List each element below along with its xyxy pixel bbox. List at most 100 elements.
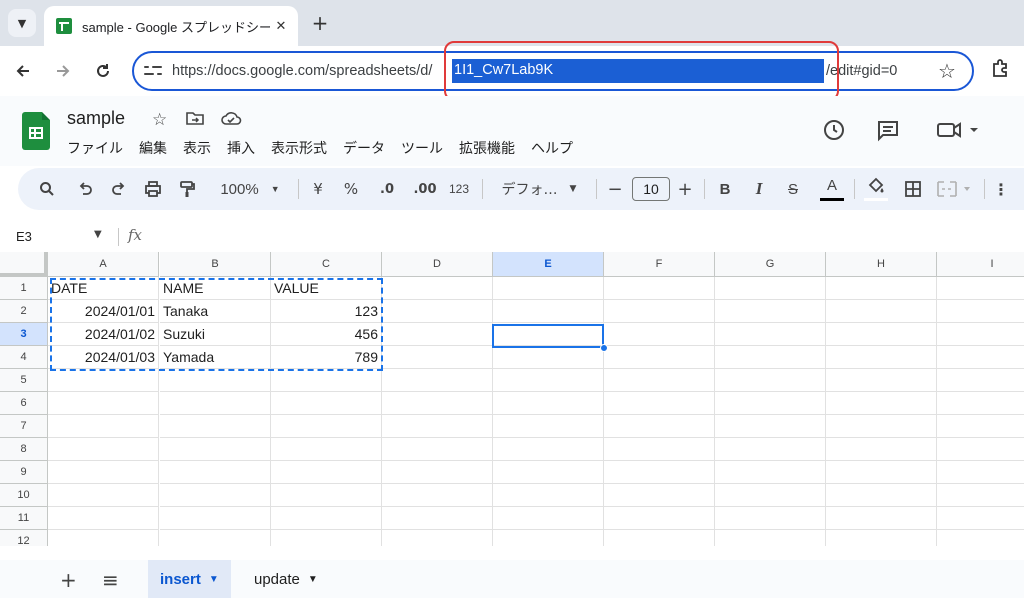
column-header-e[interactable]: E — [493, 252, 604, 277]
percent-format-button[interactable]: % — [340, 168, 362, 210]
column-header-c[interactable]: C — [271, 252, 382, 277]
cell-f11[interactable] — [604, 507, 715, 530]
cell-a4[interactable]: 2024/01/03 — [48, 346, 159, 369]
increase-font-size-button[interactable]: + — [676, 168, 694, 210]
cell-i3[interactable] — [937, 323, 1024, 346]
all-sheets-menu-icon[interactable]: ≡ — [102, 568, 119, 592]
browser-tab-sample[interactable]: sample - Google スプレッドシート ✕ — [44, 6, 298, 46]
cell-e7[interactable] — [493, 415, 604, 438]
cell-e12[interactable] — [493, 530, 604, 546]
spreadsheet-grid[interactable]: A B C D E F G H I 1 DATE NAME VALUE 2 2024/01/01 Tanaka… — [0, 252, 1024, 546]
cell-h8[interactable] — [826, 438, 937, 461]
column-header-b[interactable]: B — [160, 252, 271, 277]
version-history-icon[interactable] — [822, 118, 846, 147]
increase-decimal-button[interactable]: .00 — [410, 168, 440, 210]
cell-a1[interactable]: DATE — [48, 277, 159, 300]
menu-extensions[interactable]: 拡張機能 — [459, 138, 515, 158]
cell-d3[interactable] — [382, 323, 493, 346]
cell-h6[interactable] — [826, 392, 937, 415]
sheets-logo-icon[interactable] — [22, 112, 50, 150]
star-icon[interactable]: ☆ — [152, 110, 167, 130]
column-header-i[interactable]: I — [937, 252, 1024, 277]
cell-h10[interactable] — [826, 484, 937, 507]
cell-d4[interactable] — [382, 346, 493, 369]
cell-f8[interactable] — [604, 438, 715, 461]
redo-icon[interactable] — [108, 168, 130, 210]
cell-d6[interactable] — [382, 392, 493, 415]
extensions-puzzle-icon[interactable] — [990, 58, 1010, 83]
cell-a3[interactable]: 2024/01/02 — [48, 323, 159, 346]
menu-file[interactable]: ファイル — [67, 138, 123, 158]
menu-view[interactable]: 表示 — [183, 138, 211, 158]
cell-c11[interactable] — [271, 507, 382, 530]
cell-c2[interactable]: 123 — [271, 300, 382, 323]
decrease-font-size-button[interactable]: − — [606, 168, 624, 210]
cell-e11[interactable] — [493, 507, 604, 530]
decrease-decimal-button[interactable]: .0 — [374, 168, 400, 210]
move-folder-icon[interactable] — [186, 110, 204, 131]
cell-i10[interactable] — [937, 484, 1024, 507]
text-color-button[interactable]: A — [820, 168, 844, 202]
close-tab-icon[interactable]: ✕ — [270, 15, 292, 37]
cell-b5[interactable] — [160, 369, 271, 392]
new-tab-button[interactable]: + — [308, 11, 332, 35]
cell-f6[interactable] — [604, 392, 715, 415]
add-sheet-button[interactable]: + — [60, 568, 77, 592]
cell-g2[interactable] — [715, 300, 826, 323]
cell-c9[interactable] — [271, 461, 382, 484]
cell-g9[interactable] — [715, 461, 826, 484]
more-options-icon[interactable]: ⋮ — [993, 168, 1009, 210]
cell-h1[interactable] — [826, 277, 937, 300]
cell-f1[interactable] — [604, 277, 715, 300]
cell-b9[interactable] — [160, 461, 271, 484]
cell-h7[interactable] — [826, 415, 937, 438]
cell-i8[interactable] — [937, 438, 1024, 461]
row-header-6[interactable]: 6 — [0, 392, 48, 415]
cell-i2[interactable] — [937, 300, 1024, 323]
cell-d2[interactable] — [382, 300, 493, 323]
document-title[interactable]: sample — [67, 108, 125, 129]
cell-b6[interactable] — [160, 392, 271, 415]
cell-i5[interactable] — [937, 369, 1024, 392]
fill-handle[interactable] — [600, 344, 608, 352]
cell-g12[interactable] — [715, 530, 826, 546]
cell-b11[interactable] — [160, 507, 271, 530]
row-header-12[interactable]: 12 — [0, 530, 48, 546]
cell-g5[interactable] — [715, 369, 826, 392]
cell-b7[interactable] — [160, 415, 271, 438]
italic-button[interactable]: I — [750, 168, 768, 210]
cell-c6[interactable] — [271, 392, 382, 415]
paint-format-icon[interactable] — [176, 168, 198, 210]
row-header-9[interactable]: 9 — [0, 461, 48, 484]
cell-b12[interactable] — [160, 530, 271, 546]
cell-a12[interactable] — [48, 530, 159, 546]
cell-a7[interactable] — [48, 415, 159, 438]
menu-tools[interactable]: ツール — [401, 138, 443, 158]
row-header-5[interactable]: 5 — [0, 369, 48, 392]
cell-d7[interactable] — [382, 415, 493, 438]
column-header-f[interactable]: F — [604, 252, 715, 277]
cell-h2[interactable] — [826, 300, 937, 323]
column-header-d[interactable]: D — [382, 252, 493, 277]
name-box[interactable]: E3 — [16, 229, 32, 244]
cell-h9[interactable] — [826, 461, 937, 484]
cell-d8[interactable] — [382, 438, 493, 461]
cell-c1[interactable]: VALUE — [271, 277, 382, 300]
cell-g6[interactable] — [715, 392, 826, 415]
site-info-icon[interactable] — [144, 63, 162, 79]
row-header-4[interactable]: 4 — [0, 346, 48, 369]
cell-b10[interactable] — [160, 484, 271, 507]
cell-a9[interactable] — [48, 461, 159, 484]
cell-c8[interactable] — [271, 438, 382, 461]
cell-h11[interactable] — [826, 507, 937, 530]
cell-g1[interactable] — [715, 277, 826, 300]
more-formats-button[interactable]: 123 — [446, 168, 472, 210]
column-header-h[interactable]: H — [826, 252, 937, 277]
cell-i11[interactable] — [937, 507, 1024, 530]
cell-e2[interactable] — [493, 300, 604, 323]
cell-e6[interactable] — [493, 392, 604, 415]
cell-f10[interactable] — [604, 484, 715, 507]
fill-color-icon[interactable] — [864, 168, 888, 202]
row-header-1[interactable]: 1 — [0, 277, 48, 300]
cell-g3[interactable] — [715, 323, 826, 346]
